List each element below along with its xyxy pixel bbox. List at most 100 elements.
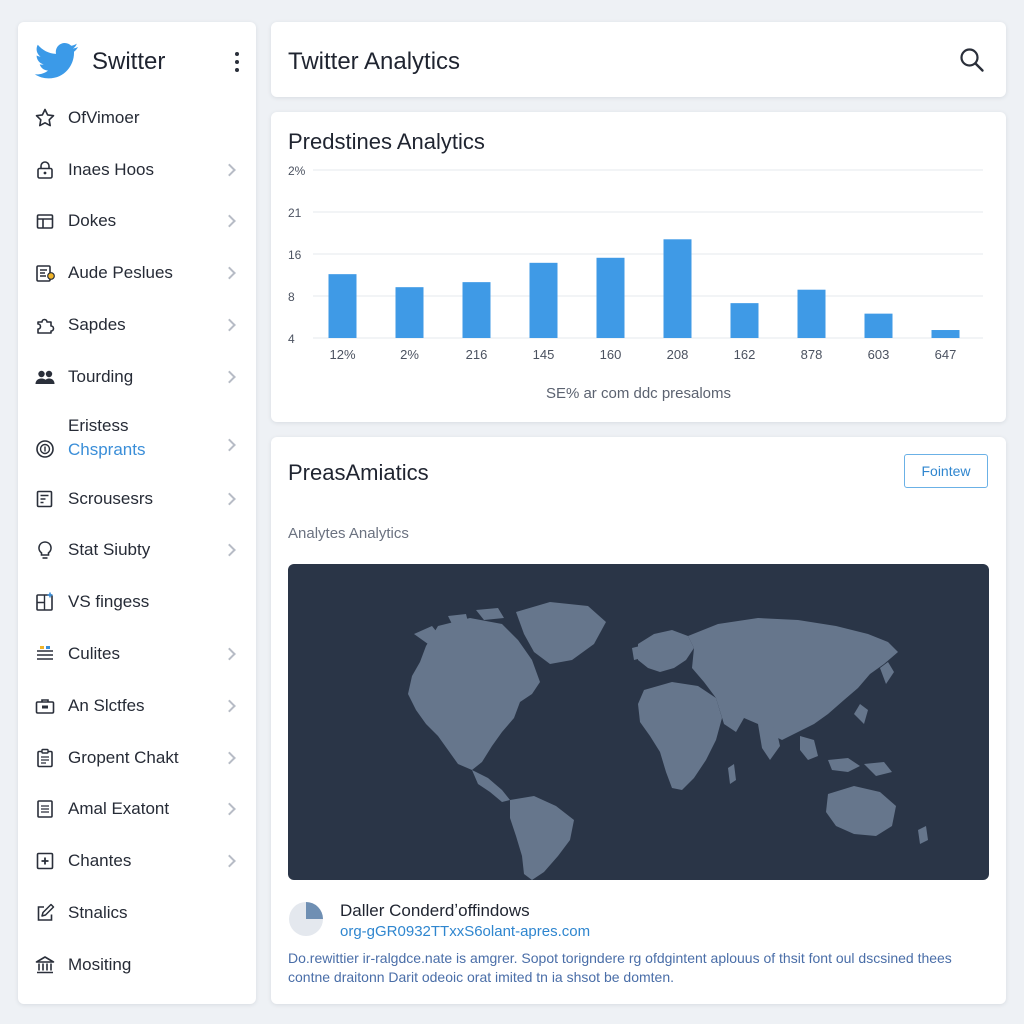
- stack-icon: [34, 643, 56, 665]
- pie-chart-icon: [289, 902, 323, 936]
- sidebar-item-stnalics[interactable]: Stnalics: [18, 887, 256, 939]
- bank-icon: [34, 954, 56, 976]
- chevron-right-icon: [223, 854, 236, 868]
- chevron-right-icon: [223, 647, 236, 661]
- sidebar-item-label: Stat Siubty: [68, 540, 151, 560]
- footer-link[interactable]: org-gGR0932TTxxS6olant-apres.com: [340, 923, 590, 940]
- sidebar-item-label: Eristess Chsprants: [68, 414, 145, 462]
- map-subtitle: Analytes Analytics: [288, 525, 409, 542]
- sidebar-item-label: OfVimoer: [68, 107, 140, 127]
- y-tick-label: 4: [288, 332, 295, 346]
- chevron-right-icon: [223, 751, 236, 765]
- lock-icon: [34, 159, 56, 181]
- sidebar-item-label: Amal Exatont: [68, 799, 170, 819]
- chevron-right-icon: [223, 438, 236, 452]
- y-tick-label: 8: [288, 290, 295, 304]
- x-tick-label: 216: [466, 347, 488, 362]
- bar[interactable]: [663, 239, 692, 338]
- chevron-right-icon: [223, 492, 236, 506]
- sidebar-item-stat-siubty[interactable]: Stat Siubty: [18, 525, 256, 577]
- more-options-icon[interactable]: [230, 50, 244, 74]
- lightbulb-icon: [34, 539, 56, 561]
- form-icon: [34, 488, 56, 510]
- sidebar-item-inaes-hoos[interactable]: Inaes Hoos: [18, 144, 256, 196]
- edit-icon: [34, 902, 56, 924]
- bar[interactable]: [797, 289, 826, 338]
- world-map-graphic: [408, 602, 928, 880]
- map-footer: Daller Conderdʼoffindows org-gGR0932TTxx…: [288, 899, 988, 940]
- sidebar-item-ofvimoer[interactable]: OfVimoer: [18, 92, 256, 144]
- sidebar-item-dokes[interactable]: Dokes: [18, 196, 256, 248]
- y-tick-label: 16: [288, 248, 302, 262]
- sidebar-item-label: Scrousesrs: [68, 488, 154, 508]
- chart-caption: SE% ar com ddc presaloms: [545, 385, 732, 402]
- split-panel-icon: [34, 591, 56, 613]
- x-tick-label: 208: [667, 347, 689, 362]
- sidebar-item-amal-exatont[interactable]: Amal Exatont: [18, 784, 256, 836]
- search-icon: [960, 48, 984, 72]
- chevron-right-icon: [223, 803, 236, 816]
- briefcase-icon: [34, 695, 56, 717]
- sidebar-item-chantes[interactable]: Chantes: [18, 835, 256, 887]
- puzzle-icon: [34, 314, 56, 336]
- fointew-button[interactable]: Fointew: [904, 454, 988, 488]
- x-tick-label: 2%: [400, 347, 419, 362]
- bar[interactable]: [864, 313, 893, 338]
- sidebar-item-aude-peslues[interactable]: Aude Peslues: [18, 247, 256, 299]
- brand[interactable]: Switter: [34, 40, 244, 84]
- bar[interactable]: [730, 303, 759, 338]
- plus-square-icon: [34, 850, 56, 872]
- chevron-right-icon: [223, 699, 236, 713]
- sidebar: Switter OfVimoer Inaes Hoos Dokes Aude P…: [18, 22, 256, 1004]
- sidebar-item-sublabel: Chsprants: [68, 439, 146, 459]
- bar[interactable]: [395, 287, 424, 338]
- box-icon: [34, 210, 56, 232]
- x-tick-label: 647: [935, 347, 957, 362]
- document-badge-icon: [34, 262, 56, 284]
- world-map[interactable]: [288, 564, 989, 880]
- footer-title: Daller Conderdʼoffindows: [340, 901, 530, 920]
- sidebar-item-an-slctfes[interactable]: An Slctfes: [18, 680, 256, 732]
- map-card-title: PreasAmiatics: [288, 460, 429, 485]
- search-button[interactable]: [958, 46, 986, 74]
- chevron-right-icon: [223, 163, 236, 177]
- page-icon: [34, 798, 56, 820]
- chart-title: Predstines Analytics: [288, 129, 485, 154]
- sidebar-item-mositing[interactable]: Mositing: [18, 939, 256, 991]
- bar[interactable]: [931, 330, 960, 338]
- sidebar-item-label: Culites: [68, 644, 120, 664]
- sidebar-item-tourding[interactable]: Tourding: [18, 351, 256, 403]
- x-tick-label: 878: [801, 347, 823, 362]
- sidebar-nav: OfVimoer Inaes Hoos Dokes Aude Peslues S…: [18, 92, 256, 991]
- sidebar-item-label: An Slctfes: [68, 695, 145, 715]
- sidebar-item-label: Gropent Chakt: [68, 747, 179, 767]
- sidebar-item-label: Mositing: [68, 954, 132, 974]
- sidebar-item-label: Aude Peslues: [68, 263, 173, 283]
- sidebar-item-eristess[interactable]: Eristess Chsprants: [18, 403, 256, 473]
- x-tick-label: 160: [600, 347, 622, 362]
- bar-chart: 2% 21 16 8 4 12% 2% 216 145 160 208 162 878 603 647: [288, 164, 983, 362]
- chevron-right-icon: [223, 370, 236, 384]
- sidebar-item-label: VS fingess: [68, 592, 150, 612]
- chevron-right-icon: [223, 215, 236, 228]
- y-tick-label: 21: [288, 206, 302, 220]
- sidebar-item-title: Eristess: [68, 415, 129, 435]
- star-icon: [34, 107, 56, 129]
- coin-icon: [34, 438, 56, 460]
- x-tick-label: 145: [533, 347, 555, 362]
- sidebar-item-gropent-chakt[interactable]: Gropent Chakt: [18, 732, 256, 784]
- chevron-right-icon: [223, 266, 236, 280]
- users-icon: [34, 366, 56, 388]
- x-tick-label: 603: [868, 347, 890, 362]
- sidebar-item-label: Sapdes: [68, 315, 126, 335]
- bar[interactable]: [462, 282, 491, 338]
- bar[interactable]: [328, 274, 357, 338]
- sidebar-item-vs-fingess[interactable]: VS fingess: [18, 576, 256, 628]
- bar[interactable]: [529, 262, 558, 338]
- bar[interactable]: [596, 257, 625, 338]
- y-tick-label: 2%: [288, 164, 306, 178]
- sidebar-item-scrousesrs[interactable]: Scrousesrs: [18, 473, 256, 525]
- sidebar-item-culites[interactable]: Culites: [18, 628, 256, 680]
- sidebar-item-sapdes[interactable]: Sapdes: [18, 299, 256, 351]
- sidebar-item-label: Inaes Hoos: [68, 159, 154, 179]
